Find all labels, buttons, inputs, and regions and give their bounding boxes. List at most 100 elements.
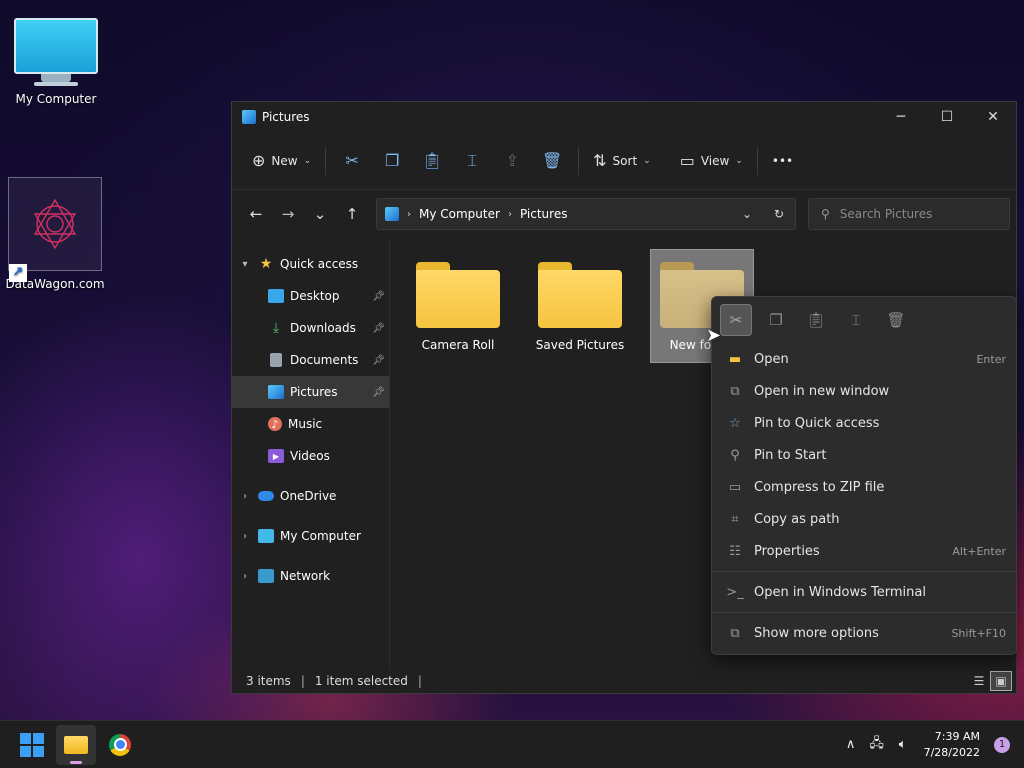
share-button[interactable]: ⇪ [492,145,532,177]
pictures-icon [385,207,399,221]
menu-item-pin-quick-access[interactable]: ☆ Pin to Quick access [712,407,1016,439]
more-options-icon: ⧉ [730,625,740,641]
status-divider: | [417,674,422,688]
volume-icon[interactable]: 🔈︎ [890,737,916,752]
taskbar-chrome[interactable] [100,725,140,765]
nav-my-computer[interactable]: › My Computer [232,520,389,552]
properties-icon: ☷ [729,543,741,559]
document-icon [270,353,282,367]
network-icon [258,569,274,583]
search-input[interactable] [839,207,990,221]
shortcut-arrow-icon: ↗ [9,264,27,282]
new-button[interactable]: ⊕ New ⌄ [244,145,319,177]
folder-label: Saved Pictures [535,338,625,352]
details-view-icon[interactable]: ☰ [968,671,990,691]
nav-network[interactable]: › Network [232,560,389,592]
menu-item-open-new-window[interactable]: ⧉ Open in new window [712,375,1016,407]
close-button[interactable]: ✕ [970,102,1016,132]
paste-button[interactable]: 📋︎ [412,145,452,177]
cut-button[interactable]: ✂ [332,145,372,177]
paste-icon[interactable]: 📋︎ [800,304,832,336]
window-controls: ─ ☐ ✕ [878,102,1016,132]
start-button[interactable] [12,725,52,765]
star-icon: ☆ [729,415,741,431]
copy-icon[interactable]: ❐ [760,304,792,336]
search-box[interactable]: ⚲ [808,198,1010,230]
nav-documents[interactable]: Documents 📌︎ [232,344,389,376]
sort-button[interactable]: ⇅ Sort ⌄ [585,145,659,177]
toolbar-divider [578,146,580,175]
taskbar-file-explorer[interactable] [56,724,96,765]
copy-button[interactable]: ❐ [372,145,412,177]
chevron-right-icon: › [243,570,247,582]
back-button[interactable]: ← [240,200,272,228]
more-options-button[interactable]: ••• [764,145,801,177]
refresh-icon[interactable]: ↻ [763,207,795,221]
pin-icon[interactable]: 📌︎ [372,323,385,334]
view-button[interactable]: ▭ View ⌄ [672,145,751,177]
share-icon: ⇪ [505,151,519,170]
menu-item-pin-start[interactable]: ⚲ Pin to Start [712,439,1016,471]
desktop-icon-my-computer[interactable]: My Computer [6,18,106,106]
arrow-left-icon: ← [249,205,263,223]
delete-button[interactable]: 🗑︎ [532,145,572,177]
nav-videos[interactable]: ▶ Videos [232,440,389,472]
chevron-down-icon: ⌄ [303,155,312,166]
windows-logo-icon [20,732,44,757]
up-button[interactable]: ↑ [336,200,368,228]
menu-label: Open in Windows Terminal [754,584,926,600]
address-actions: ⌄ ↻ [731,207,795,221]
menu-item-open[interactable]: ▬ Open Enter [712,343,1016,375]
folder-item[interactable]: Saved Pictures [528,250,632,364]
large-icons-view-icon[interactable]: ▣ [990,671,1012,691]
rename-icon: ⌶ [467,150,477,170]
download-icon: ⤓ [272,320,280,336]
title-bar[interactable]: Pictures ─ ☐ ✕ [232,102,1016,132]
address-dropdown-icon[interactable]: ⌄ [731,207,763,221]
menu-item-properties[interactable]: ☷ Properties Alt+Enter [712,535,1016,567]
chevron-down-icon: ⌄ [313,205,327,223]
menu-item-copy-path[interactable]: ⌗ Copy as path [712,503,1016,535]
terminal-icon: >_ [726,584,744,600]
zip-folder-icon: ▭ [728,479,742,495]
address-bar[interactable]: › My Computer › Pictures ⌄ ↻ [376,198,796,230]
menu-item-show-more[interactable]: ⧉ Show more options Shift+F10 [712,617,1016,649]
recent-locations-button[interactable]: ⌄ [304,200,336,228]
menu-item-compress-zip[interactable]: ▭ Compress to ZIP file [712,471,1016,503]
pictures-icon [268,385,284,399]
status-divider: | [300,674,305,688]
nav-music[interactable]: ♪ Music [232,408,389,440]
nav-quick-access[interactable]: ▾ ★ Quick access [232,248,389,280]
cut-icon[interactable]: ✂ [720,304,752,336]
navigation-row: ← → ⌄ ↑ › My Computer › Pictures ⌄ ↻ ⚲ [232,190,1016,238]
clock[interactable]: 7:39 AM 7/28/2022 [924,729,980,761]
folder-item[interactable]: Camera Roll [406,250,510,364]
chevron-right-icon: › [243,530,247,542]
rename-icon[interactable]: ⌶ [840,304,872,336]
menu-label: Compress to ZIP file [754,479,885,495]
toolbar-divider [665,147,666,175]
minimize-button[interactable]: ─ [878,102,924,132]
notification-badge[interactable]: 1 [994,736,1010,753]
nav-downloads[interactable]: ⤓ Downloads 📌︎ [232,312,389,344]
breadcrumb-pictures[interactable]: Pictures [520,207,568,221]
pin-icon[interactable]: 📌︎ [372,291,385,302]
nav-pictures[interactable]: Pictures 📌︎ [232,376,389,408]
show-hidden-icons-icon[interactable]: ∧ [838,737,864,752]
breadcrumb-my-computer[interactable]: My Computer [419,207,500,221]
trash-icon[interactable]: 🗑︎ [880,304,912,336]
rename-button[interactable]: ⌶ [452,145,492,177]
nav-onedrive[interactable]: › OneDrive [232,480,389,512]
status-bar: 3 items | 1 item selected | ☰ ▣ [232,669,1016,693]
maximize-button[interactable]: ☐ [924,102,970,132]
pin-icon[interactable]: 📌︎ [372,355,385,366]
folder-icon [538,262,622,328]
forward-button[interactable]: → [272,200,304,228]
nav-desktop[interactable]: Desktop 📌︎ [232,280,389,312]
menu-item-windows-terminal[interactable]: >_ Open in Windows Terminal [712,576,1016,608]
pin-icon[interactable]: 📌︎ [372,387,385,398]
network-icon[interactable]: 🖧︎ [864,734,890,756]
view-label: View [700,153,730,168]
desktop-icon-datawagon[interactable]: ↗ DataWagon.com [5,177,105,291]
